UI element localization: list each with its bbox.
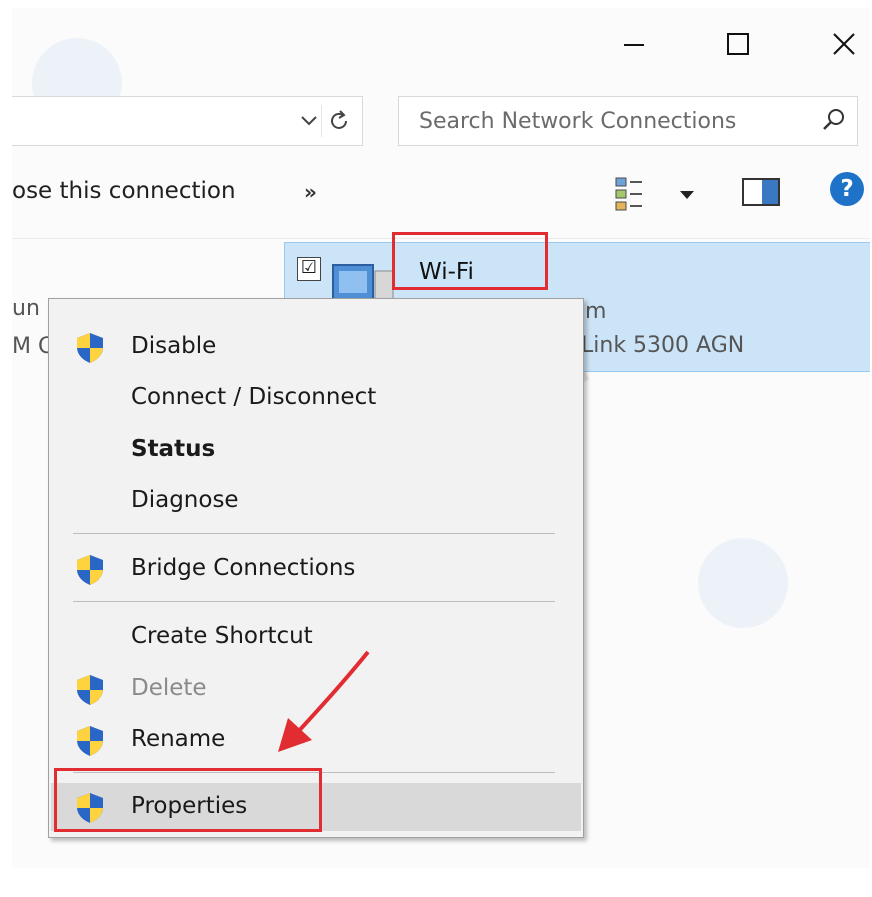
maximize-button[interactable] [714,24,762,64]
chevron-down-icon[interactable] [298,109,320,135]
command-bar: ose this connection » ? [12,156,870,239]
properties-highlight-box [54,768,322,832]
more-commands-button[interactable]: » [304,180,317,204]
menu-item-label: Diagnose [131,487,239,513]
menu-item-connect-disconnect[interactable]: Connect / Disconnect [51,374,581,422]
close-button[interactable] [820,24,868,64]
menu-item-label: Connect / Disconnect [131,384,377,410]
menu-separator [73,533,555,534]
address-bar[interactable] [12,96,363,146]
shield-icon [73,331,107,365]
refresh-icon [331,110,347,129]
annotation-arrow-icon [278,650,370,752]
menu-separator [73,601,555,602]
refresh-button[interactable] [321,105,356,137]
shield-icon [73,553,107,587]
menu-item-status[interactable]: Status [51,426,581,474]
menu-item-label: Delete [131,675,207,701]
menu-item-disable[interactable]: Disable [51,323,581,371]
close-icon [833,33,855,55]
watermark-logo [698,538,788,628]
menu-item-label: Bridge Connections [131,555,356,581]
wifi-device: Link 5300 AGN [581,333,745,358]
menu-item-label: Create Shortcut [131,623,313,649]
minimize-button[interactable] [610,24,658,64]
change-view-icon[interactable] [612,174,652,218]
network-connections-window: TAIMIENPHI ose this connection » [12,8,870,868]
shield-icon [73,673,107,707]
help-button[interactable]: ? [830,172,864,206]
menu-item-bridge-connections[interactable]: Bridge Connections [51,545,581,593]
preview-pane-icon[interactable] [742,178,780,210]
menu-item-label: Rename [131,726,226,752]
maximize-icon [727,33,749,55]
menu-item-label: Status [131,436,216,462]
search-input[interactable] [399,97,821,145]
search-box[interactable] [398,96,858,146]
menu-item-diagnose[interactable]: Diagnose [51,477,581,525]
minimize-icon [624,44,644,46]
menu-item-label: Disable [131,333,217,359]
wifi-status: m [585,299,607,324]
search-icon[interactable] [821,107,847,137]
dropdown-arrow-icon[interactable] [678,186,696,205]
diagnose-connection-command[interactable]: ose this connection [12,178,236,204]
shield-icon [73,724,107,758]
wifi-highlight-box [392,232,548,290]
